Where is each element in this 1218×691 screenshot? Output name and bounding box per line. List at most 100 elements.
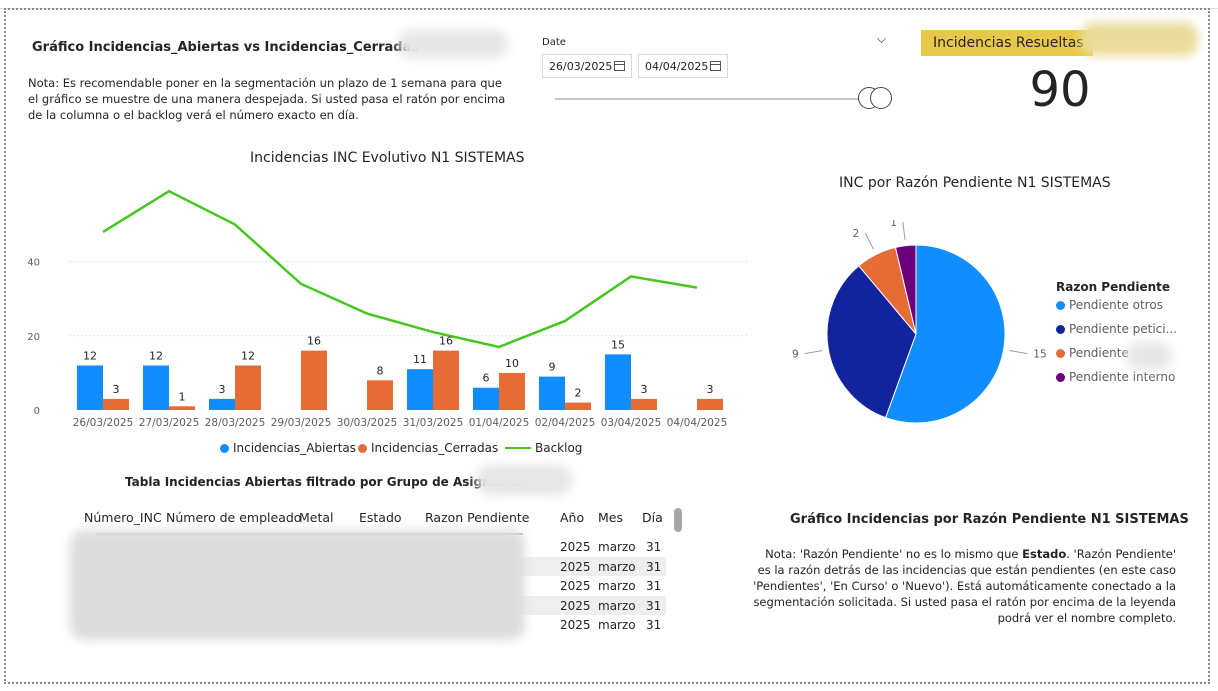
legend-line-swatch xyxy=(505,447,531,449)
data-label: 11 xyxy=(413,353,427,366)
data-label: 3 xyxy=(113,383,120,396)
column-header[interactable]: Número de empleado xyxy=(166,510,301,525)
redacted-area xyxy=(1126,342,1172,370)
slider-handle-end[interactable] xyxy=(870,87,892,109)
legend-label: Incidencias_Cerradas xyxy=(371,441,499,455)
legend-dot-swatch xyxy=(1056,300,1065,310)
chart-note: Nota: Es recomendable poner en la segmen… xyxy=(28,76,506,122)
pie-legend-item[interactable]: Pendiente interno xyxy=(1056,370,1175,384)
legend-item[interactable]: Incidencias_Abiertas xyxy=(220,441,356,455)
column-header[interactable]: Mes xyxy=(598,510,623,525)
table-cell: 31 xyxy=(646,540,662,554)
calendar-icon[interactable] xyxy=(710,61,721,71)
x-tick-label: 01/04/2025 xyxy=(469,417,530,429)
table-cell: 31 xyxy=(646,559,662,574)
bar-abiertas xyxy=(605,354,631,410)
redacted-area xyxy=(476,465,572,495)
legend-dot-swatch xyxy=(220,443,229,453)
data-label: 9 xyxy=(549,361,556,374)
chart-section-title: Gráfico Incidencias_Abiertas vs Incidenc… xyxy=(32,40,420,55)
pie-chart: 15 9 2 1 xyxy=(792,220,1047,424)
bar-cerradas xyxy=(499,372,525,410)
date-range-slider-track[interactable] xyxy=(555,98,875,100)
table-cell: 2025 xyxy=(560,559,591,574)
pie-legend: Pendiente otros Pendiente petici... Pendie… xyxy=(1056,298,1196,388)
column-header[interactable]: Metal xyxy=(299,510,334,525)
column-header[interactable]: Día xyxy=(642,510,663,525)
column-header[interactable]: Estado xyxy=(359,510,402,525)
leader-line xyxy=(1009,350,1028,355)
bar-abiertas xyxy=(407,369,433,410)
backlog-line xyxy=(102,189,698,349)
table-cell: marzo xyxy=(598,540,636,554)
legend-dot-swatch xyxy=(1056,324,1065,334)
start-date-input[interactable]: 26/03/2025 xyxy=(542,54,632,78)
x-tick-label: 27/03/2025 xyxy=(139,417,200,429)
legend-label: Pendiente petici... xyxy=(1069,322,1178,336)
bar-cerradas xyxy=(169,406,195,410)
x-tick-label: 03/04/2025 xyxy=(601,417,662,429)
data-label: 10 xyxy=(505,357,519,370)
table-header: Número_INC Número de empleado Metal Estado R… xyxy=(0,510,700,528)
legend-label: Incidencias_Abiertas xyxy=(233,441,357,455)
bar-cerradas xyxy=(697,398,723,410)
pie-legend-title: Razon Pendiente xyxy=(1056,280,1171,294)
legend-label: Pendiente xyxy=(1069,346,1129,360)
data-label: 2 xyxy=(575,387,582,400)
column-header[interactable]: Año xyxy=(560,510,584,525)
data-label: 12 xyxy=(241,349,255,362)
note-text-bold: Estado xyxy=(1022,547,1067,561)
legend-label: Pendiente interno xyxy=(1069,370,1176,384)
table-cell: 2025 xyxy=(560,579,591,593)
table-scrollbar[interactable] xyxy=(674,508,682,532)
table-cell: 31 xyxy=(646,598,662,613)
right-note-title: Gráfico Incidencias por Razón Pendiente … xyxy=(790,512,1189,527)
bar-abiertas xyxy=(473,387,499,410)
pie-legend-item[interactable]: Pendiente otros xyxy=(1056,298,1163,312)
pie-chart-title: INC por Razón Pendiente N1 SISTEMAS xyxy=(839,175,1111,191)
note-text-part: Nota: 'Razón Pendiente' no es lo mismo q… xyxy=(765,547,1023,561)
table-cell: marzo xyxy=(598,579,636,593)
leader-line xyxy=(902,221,906,240)
data-label: 16 xyxy=(307,335,321,348)
bar-abiertas xyxy=(209,398,235,410)
bar-cerradas xyxy=(235,365,261,410)
combo-chart-legend: Incidencias_Abiertas Incidencias_Cerradas… xyxy=(220,441,582,457)
bar-abiertas xyxy=(539,376,565,410)
pie-legend-item[interactable]: Pendiente xyxy=(1056,346,1129,360)
table-cell: 2025 xyxy=(560,540,591,554)
data-label: 12 xyxy=(149,349,163,362)
bar-cerradas xyxy=(631,398,657,410)
legend-dot-swatch xyxy=(1056,372,1065,382)
leader-line xyxy=(864,232,874,250)
bar-abiertas xyxy=(77,365,103,410)
redacted-area xyxy=(1080,22,1198,56)
legend-item[interactable]: Backlog xyxy=(505,441,582,455)
bar-cerradas xyxy=(301,350,327,410)
data-label: 6 xyxy=(483,372,490,385)
table-cell: 31 xyxy=(646,579,662,593)
y-tick-label: 40 xyxy=(27,258,40,269)
pie-data-label: 1 xyxy=(890,220,897,229)
data-label: 8 xyxy=(377,364,384,377)
x-tick-label: 29/03/2025 xyxy=(271,417,332,429)
bar-cerradas xyxy=(433,350,459,410)
bar-cerradas xyxy=(565,402,591,410)
end-date-input[interactable]: 04/04/2025 xyxy=(638,54,728,78)
data-label: 1 xyxy=(179,390,186,403)
column-header[interactable]: Número_INC xyxy=(84,510,162,525)
column-header[interactable]: Razon Pendiente xyxy=(425,510,530,525)
bar-cerradas xyxy=(103,398,129,410)
legend-label: Backlog xyxy=(535,441,583,455)
legend-dot-swatch xyxy=(358,443,367,453)
data-label: 12 xyxy=(83,349,97,362)
x-tick-label: 28/03/2025 xyxy=(205,417,266,429)
calendar-icon[interactable] xyxy=(614,61,625,71)
legend-dot-swatch xyxy=(1056,348,1065,358)
table-cell: 2025 xyxy=(560,598,591,613)
right-note-text: Nota: 'Razón Pendiente' no es lo mismo q… xyxy=(752,546,1176,626)
table-title: Tabla Incidencias Abiertas filtrado por … xyxy=(125,475,527,489)
legend-item[interactable]: Incidencias_Cerradas xyxy=(358,441,498,455)
table-cell: marzo xyxy=(598,559,636,574)
pie-legend-item[interactable]: Pendiente petici... xyxy=(1056,322,1177,336)
